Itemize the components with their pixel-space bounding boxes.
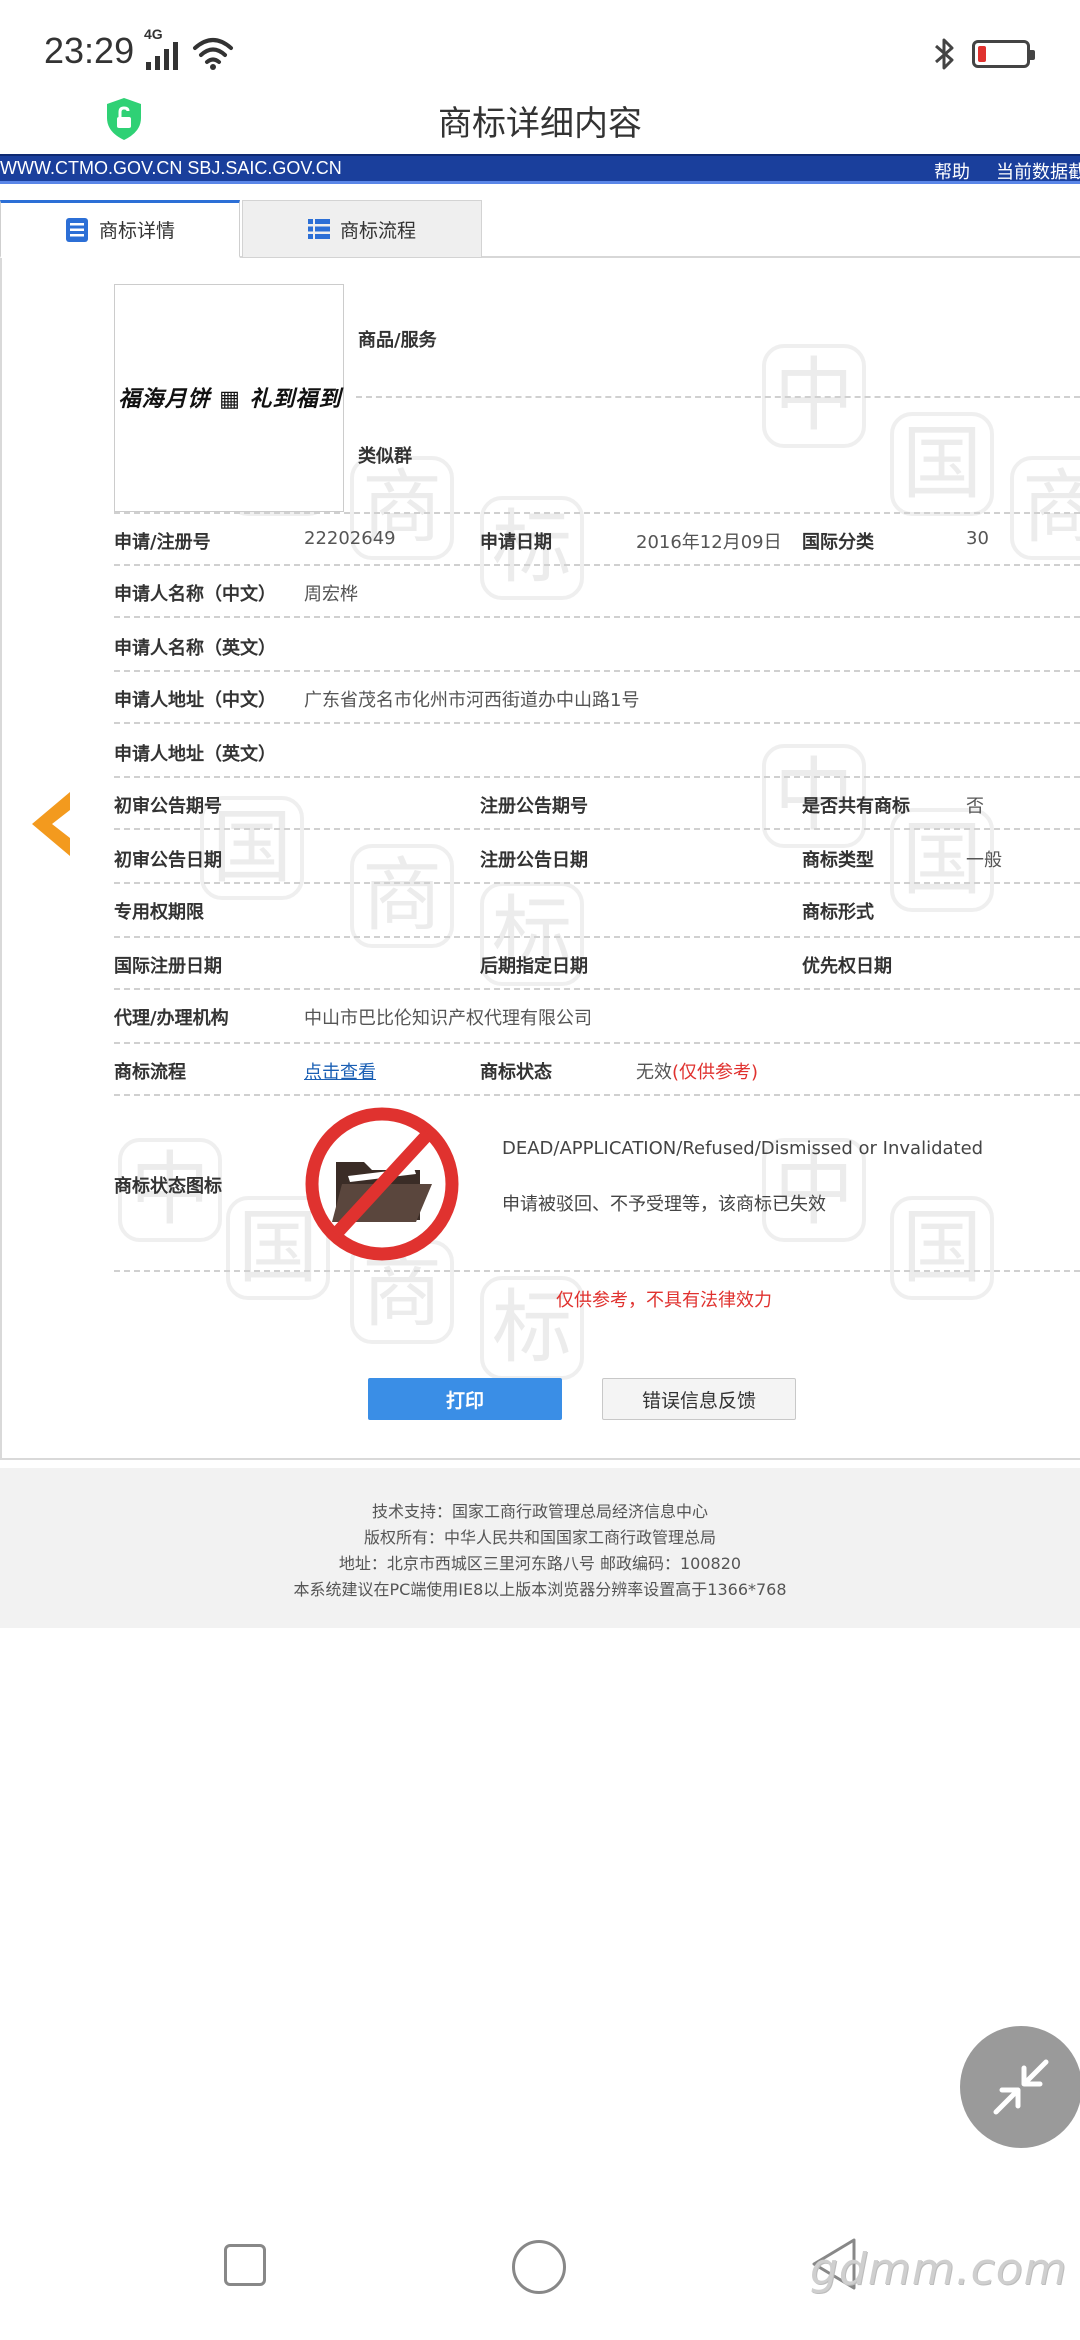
reg-pub-date-label: 注册公告日期 <box>480 850 588 871</box>
tab-trademark-process[interactable]: 商标流程 <box>242 200 482 258</box>
reg-no-value: 22202649 <box>304 528 396 549</box>
status-value: 无效 <box>636 1062 672 1083</box>
tab-trademark-details[interactable]: 商标详情 <box>0 200 240 258</box>
divider <box>114 882 1080 884</box>
title-bar: 商标详细内容 <box>0 90 1080 154</box>
footer-address: 地址：北京市西城区三里河东路八号 邮政编码：100820 <box>338 1554 742 1573</box>
page-footer: 技术支持：国家工商行政管理总局经济信息中心 版权所有：中华人民共和国国家工商行政… <box>0 1468 1080 1628</box>
prelim-date-label: 初审公告日期 <box>114 850 222 871</box>
disclaimer-text: 仅供参考，不具有法律效力 <box>556 1290 772 1311</box>
tab-bar: 商标详情 商标流程 <box>0 200 1080 258</box>
agent-label: 代理/办理机构 <box>114 1008 229 1029</box>
help-link[interactable]: 帮助 <box>934 162 970 183</box>
shared-value: 否 <box>966 796 984 817</box>
status-icon-label: 商标状态图标 <box>114 1176 222 1197</box>
tab-label: 商标流程 <box>339 219 416 242</box>
divider <box>114 1094 1080 1096</box>
page-title: 商标详细内容 <box>438 104 642 144</box>
trademark-image[interactable]: 福海月饼 ▦ 礼到福到 <box>114 284 344 512</box>
grid-list-icon <box>307 219 330 239</box>
battery-icon <box>972 40 1035 68</box>
address-cn-value: 广东省茂名市化州市河西街道办中山路1号 <box>304 690 640 711</box>
wifi-icon <box>193 38 233 70</box>
view-process-link[interactable]: 点击查看 <box>304 1058 376 1084</box>
shared-label: 是否共有商标 <box>802 796 910 817</box>
document-list-icon <box>65 217 88 242</box>
invalid-folder-icon <box>305 1107 459 1261</box>
divider <box>114 828 1080 830</box>
divider <box>114 616 1080 618</box>
divider <box>114 988 1080 990</box>
status-cn-text: 申请被驳回、不予受理等，该商标已失效 <box>502 1194 826 1215</box>
tm-type-label: 商标类型 <box>802 850 874 871</box>
apply-date-value: 2016年12月09日 <box>636 532 782 553</box>
status-bar: 23:29 4G <box>0 0 1080 90</box>
divider <box>114 564 1080 566</box>
agent-value: 中山市巴比伦知识产权代理有限公司 <box>304 1008 592 1029</box>
tab-label: 商标详情 <box>98 220 175 242</box>
process-label: 商标流程 <box>114 1062 186 1083</box>
banner-links: 帮助 当前数据截 <box>934 158 1080 184</box>
applicant-cn-value: 周宏桦 <box>304 584 358 605</box>
priority-date-label: 优先权日期 <box>802 956 892 977</box>
site-urls: WWW.CTMO.GOV.CN SBJ.SAIC.GOV.CN <box>0 158 342 178</box>
exclusive-term-label: 专用权期限 <box>114 902 204 923</box>
status-label: 商标状态 <box>480 1062 552 1083</box>
tm-type-value: 一般 <box>966 850 1002 871</box>
status-value-wrap: 无效(仅供参考) <box>636 1058 758 1084</box>
divider <box>114 1270 1080 1272</box>
nav-home-button[interactable] <box>512 2240 566 2294</box>
intl-class-label: 国际分类 <box>802 532 874 553</box>
applicant-en-label: 申请人名称（英文） <box>114 638 276 659</box>
applicant-cn-label: 申请人名称（中文） <box>114 584 276 605</box>
status-note: (仅供参考) <box>672 1062 759 1083</box>
divider <box>114 722 1080 724</box>
tm-form-label: 商标形式 <box>802 902 874 923</box>
similar-group-label: 类似群 <box>358 446 412 467</box>
divider <box>356 396 1080 398</box>
status-en-text: DEAD/APPLICATION/Refused/Dismissed or In… <box>502 1138 984 1159</box>
current-data-link[interactable]: 当前数据截 <box>996 162 1080 183</box>
status-time: 23:29 <box>44 30 135 71</box>
signal-icon <box>146 42 178 70</box>
collapse-window-button[interactable] <box>960 2026 1080 2148</box>
divider <box>114 670 1080 672</box>
footer-recommendation: 本系统建议在PC端使用IE8以上版本浏览器分辨率设置高于1366*768 <box>293 1580 787 1599</box>
prelim-no-label: 初审公告期号 <box>114 796 222 817</box>
battery-level <box>978 46 986 62</box>
divider <box>114 1042 1080 1044</box>
back-arrow-icon[interactable] <box>26 788 74 860</box>
error-feedback-button[interactable]: 错误信息反馈 <box>602 1378 796 1420</box>
intl-reg-date-label: 国际注册日期 <box>114 956 222 977</box>
intl-class-value: 30 <box>966 528 989 549</box>
watermark-glyph: 商 <box>1010 456 1080 560</box>
apply-date-label: 申请日期 <box>480 532 552 553</box>
divider <box>114 776 1080 778</box>
reg-pub-no-label: 注册公告期号 <box>480 796 588 817</box>
collapse-arrows-icon <box>993 2059 1049 2115</box>
reg-no-label: 申请/注册号 <box>114 532 211 553</box>
site-banner: WWW.CTMO.GOV.CN SBJ.SAIC.GOV.CN 帮助 当前数据截 <box>0 154 1080 184</box>
footer-support: 技术支持：国家工商行政管理总局经济信息中心 <box>371 1502 708 1521</box>
goods-services-label: 商品/服务 <box>358 330 437 351</box>
divider <box>114 512 1080 514</box>
footer-copyright: 版权所有：中华人民共和国国家工商行政管理总局 <box>363 1528 716 1547</box>
watermark-glyph: 商 <box>350 844 454 948</box>
bluetooth-icon <box>935 38 954 70</box>
later-designation-label: 后期指定日期 <box>480 956 588 977</box>
divider <box>114 936 1080 938</box>
print-button[interactable]: 打印 <box>368 1378 562 1420</box>
address-en-label: 申请人地址（英文） <box>114 744 276 765</box>
watermark-glyph: 国 <box>890 1196 994 1300</box>
trademark-image-text: 福海月饼 ▦ 礼到福到 <box>118 386 342 412</box>
site-watermark: gdmm.com <box>810 2244 1068 2295</box>
address-cn-label: 申请人地址（中文） <box>114 690 276 711</box>
watermark-glyph: 国 <box>890 412 994 516</box>
nav-recents-button[interactable] <box>224 2244 266 2286</box>
